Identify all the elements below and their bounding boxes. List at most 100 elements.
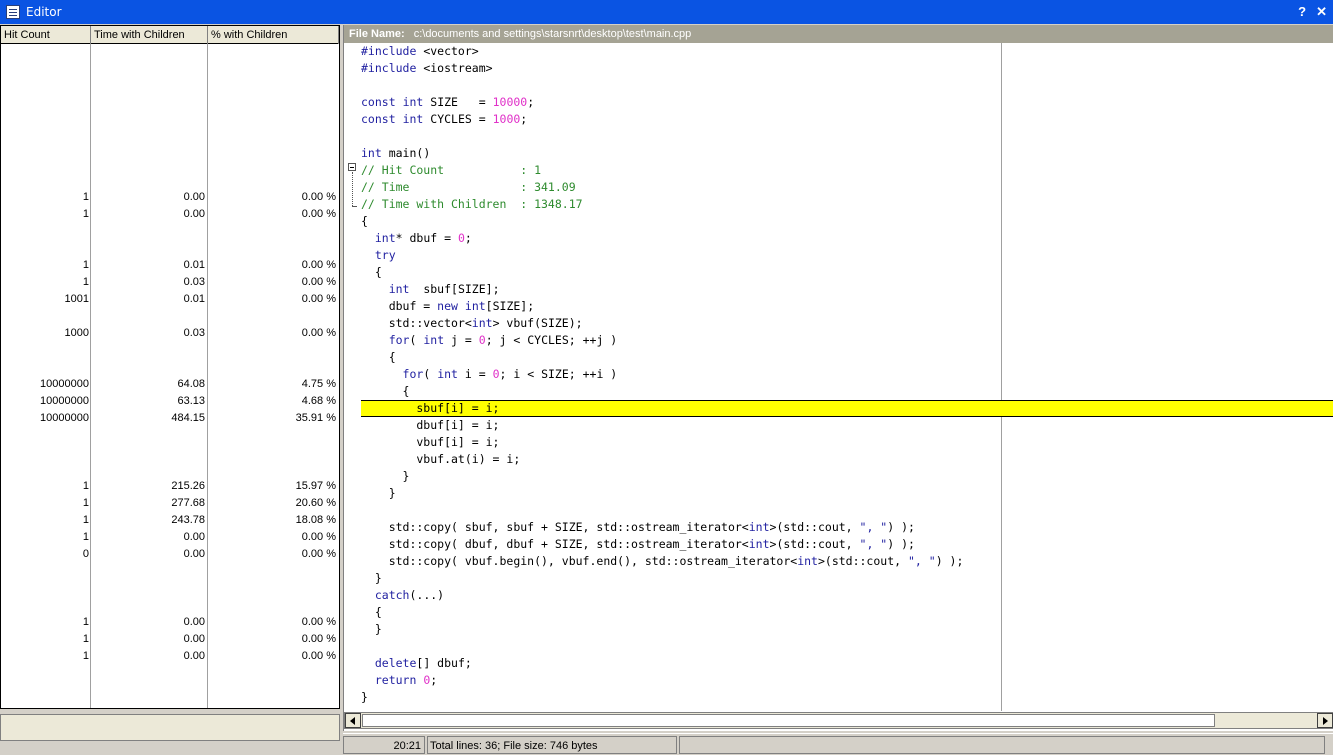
- hit-count-cell: 1: [82, 208, 89, 220]
- pct-with-children-cell: 35.91 %: [295, 412, 336, 424]
- code-line[interactable]: for( int i = 0; i < SIZE; ++i ): [361, 366, 1333, 383]
- code-line[interactable]: dbuf = new int[SIZE];: [361, 298, 1333, 315]
- fold-guide: [352, 172, 353, 206]
- pct-with-children-cell: 0.00 %: [301, 531, 336, 543]
- code-line[interactable]: delete[] dbuf;: [361, 655, 1333, 672]
- pct-with-children-cell: 18.08 %: [295, 514, 336, 526]
- hit-count-cell: 1: [82, 616, 89, 628]
- horizontal-scrollbar[interactable]: [344, 712, 1333, 729]
- code-line-highlighted[interactable]: sbuf[i] = i;: [361, 400, 1333, 417]
- hit-count-cell: 1001: [64, 293, 89, 305]
- code-line[interactable]: // Time with Children : 1348.17: [361, 196, 1333, 213]
- time-with-children-cell: 0.00: [183, 208, 205, 220]
- code-line[interactable]: return 0;: [361, 672, 1333, 689]
- hit-count-cell: 1: [82, 480, 89, 492]
- file-name-bar: File Name: c:\documents and settings\sta…: [344, 25, 1333, 43]
- stats-row: 1 215.26 15.97 %: [1, 479, 339, 496]
- scrollbar-thumb[interactable]: [362, 714, 1215, 727]
- pct-with-children-cell: 0.00 %: [301, 259, 336, 271]
- time-with-children-cell: 64.08: [177, 378, 205, 390]
- window-title: Editor: [26, 5, 62, 19]
- pct-with-children-cell: 0.00 %: [301, 276, 336, 288]
- pct-with-children-cell: 15.97 %: [295, 480, 336, 492]
- time-with-children-cell: 215.26: [171, 480, 205, 492]
- scroll-left-arrow-icon[interactable]: [345, 713, 361, 728]
- status-empty-pane: [679, 736, 1325, 754]
- code-line[interactable]: #include <vector>: [361, 43, 1333, 60]
- code-line[interactable]: // Hit Count : 1: [361, 162, 1333, 179]
- code-line[interactable]: }: [361, 570, 1333, 587]
- code-line[interactable]: #include <iostream>: [361, 60, 1333, 77]
- code-line[interactable]: }: [361, 485, 1333, 502]
- pct-with-children-cell: 0.00 %: [301, 548, 336, 560]
- scroll-right-arrow-icon[interactable]: [1317, 713, 1333, 728]
- code-line[interactable]: }: [361, 621, 1333, 638]
- pct-with-children-cell: 0.00 %: [301, 327, 336, 339]
- file-info: Total lines: 36; File size: 746 bytes: [427, 736, 677, 754]
- stats-row: 0 0.00 0.00 %: [1, 547, 339, 564]
- hit-count-cell: 1: [82, 191, 89, 203]
- code-line[interactable]: std::copy( sbuf, sbuf + SIZE, std::ostre…: [361, 519, 1333, 536]
- column-header-time-with-children[interactable]: Time with Children: [91, 26, 208, 44]
- status-bar: 20:21 Total lines: 36; File size: 746 by…: [343, 733, 1333, 755]
- code-line[interactable]: const int CYCLES = 1000;: [361, 111, 1333, 128]
- hit-count-cell: 10000000: [40, 378, 89, 390]
- time-with-children-cell: 0.00: [183, 650, 205, 662]
- stats-row: 1 0.00 0.00 %: [1, 190, 339, 207]
- code-editor-panel: File Name: c:\documents and settings\sta…: [343, 25, 1333, 731]
- code-line[interactable]: vbuf[i] = i;: [361, 434, 1333, 451]
- code-line[interactable]: [361, 638, 1333, 655]
- hit-count-cell: 1: [82, 514, 89, 526]
- code-line[interactable]: const int SIZE = 10000;: [361, 94, 1333, 111]
- stats-row: 1 243.78 18.08 %: [1, 513, 339, 530]
- code-line[interactable]: int* dbuf = 0;: [361, 230, 1333, 247]
- file-name-label: File Name:: [349, 28, 405, 40]
- pct-with-children-cell: 4.75 %: [301, 378, 336, 390]
- code-line[interactable]: }: [361, 468, 1333, 485]
- column-header-pct-with-children[interactable]: % with Children: [208, 26, 339, 44]
- code-line[interactable]: {: [361, 383, 1333, 400]
- stats-footer: [0, 714, 340, 741]
- code-line[interactable]: [361, 128, 1333, 145]
- pct-with-children-cell: 0.00 %: [301, 293, 336, 305]
- help-button[interactable]: ?: [1298, 4, 1306, 20]
- code-line[interactable]: int sbuf[SIZE];: [361, 281, 1333, 298]
- code-line[interactable]: dbuf[i] = i;: [361, 417, 1333, 434]
- code-line[interactable]: std::copy( dbuf, dbuf + SIZE, std::ostre…: [361, 536, 1333, 553]
- code-line[interactable]: [361, 77, 1333, 94]
- time-with-children-cell: 0.01: [183, 259, 205, 271]
- pct-with-children-cell: 0.00 %: [301, 191, 336, 203]
- code-line[interactable]: }: [361, 689, 1333, 706]
- code-line[interactable]: {: [361, 264, 1333, 281]
- pct-with-children-cell: 0.00 %: [301, 208, 336, 220]
- time-with-children-cell: 0.01: [183, 293, 205, 305]
- code-line[interactable]: std::vector<int> vbuf(SIZE);: [361, 315, 1333, 332]
- code-line[interactable]: try: [361, 247, 1333, 264]
- code-line[interactable]: [361, 502, 1333, 519]
- code-line[interactable]: {: [361, 349, 1333, 366]
- code-line[interactable]: for( int j = 0; j < CYCLES; ++j ): [361, 332, 1333, 349]
- cursor-position: 20:21: [343, 736, 425, 754]
- code-line[interactable]: // Time : 341.09: [361, 179, 1333, 196]
- hit-count-cell: 0: [82, 548, 89, 560]
- time-with-children-cell: 243.78: [171, 514, 205, 526]
- file-path: c:\documents and settings\starsnrt\deskt…: [413, 28, 692, 40]
- code-line[interactable]: catch(...): [361, 587, 1333, 604]
- stats-header: Hit Count Time with Children % with Chil…: [1, 26, 339, 44]
- fold-collapse-icon[interactable]: [348, 163, 356, 171]
- close-button[interactable]: ✕: [1316, 4, 1327, 20]
- code-line[interactable]: {: [361, 213, 1333, 230]
- stats-row: 1 277.68 20.60 %: [1, 496, 339, 513]
- code-line[interactable]: {: [361, 604, 1333, 621]
- column-header-hit-count[interactable]: Hit Count: [1, 26, 91, 44]
- stats-row: 1001 0.01 0.00 %: [1, 292, 339, 309]
- code-line[interactable]: std::copy( vbuf.begin(), vbuf.end(), std…: [361, 553, 1333, 570]
- code-area[interactable]: #include <vector> #include <iostream> cons…: [344, 43, 1333, 711]
- pct-with-children-cell: 20.60 %: [295, 497, 336, 509]
- stats-row: 10000000 63.13 4.68 %: [1, 394, 339, 411]
- stats-row: 1 0.00 0.00 %: [1, 207, 339, 224]
- hit-count-cell: 10000000: [40, 395, 89, 407]
- code-line[interactable]: vbuf.at(i) = i;: [361, 451, 1333, 468]
- code-line[interactable]: int main(): [361, 145, 1333, 162]
- time-with-children-cell: 0.00: [183, 531, 205, 543]
